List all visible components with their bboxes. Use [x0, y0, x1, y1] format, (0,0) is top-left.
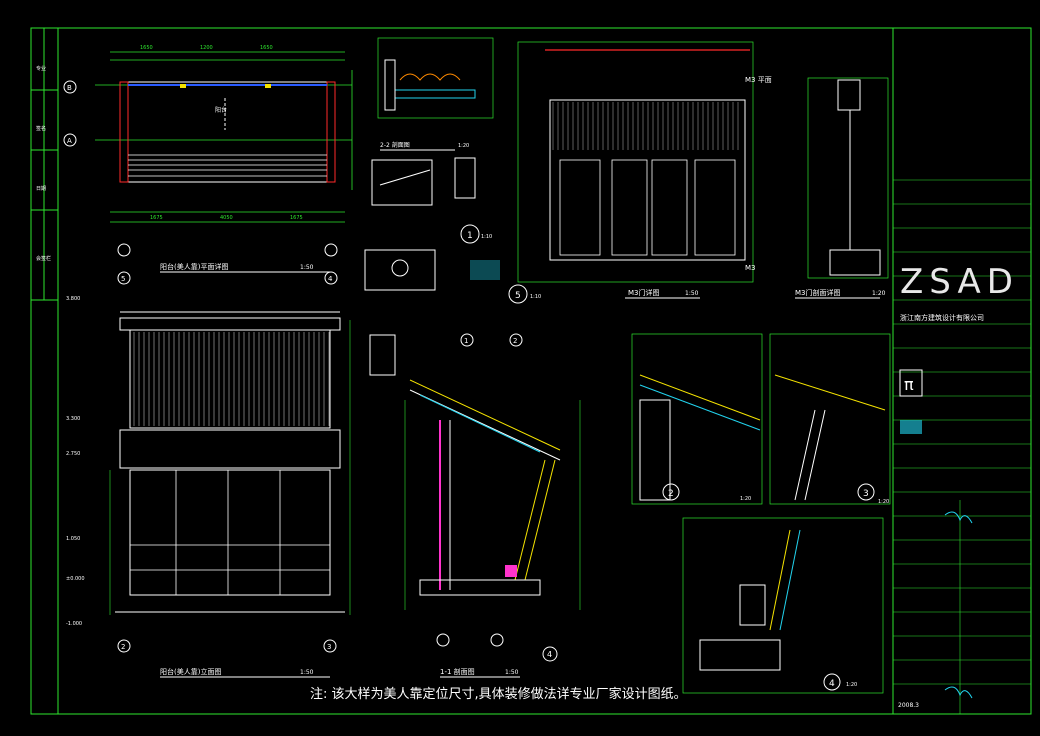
svg-text:4050: 4050 [220, 215, 233, 221]
svg-text:签名: 签名 [36, 125, 46, 132]
detail-2-num: 2 [668, 489, 674, 499]
grid-bubble-a: A [67, 137, 72, 145]
section-11-scale: 1:50 [505, 669, 519, 676]
m3-elev-title: M3门详图 [628, 288, 660, 297]
svg-text:1.050: 1.050 [66, 536, 80, 542]
cad-drawing-sheet: 专业签名日期会签栏 1650 1200 1650 1675 4050 1675 阳台 [30, 27, 1032, 715]
drawing-note: 注: 该大样为美人靠定位尺寸,具体装修做法详专业厂家设计图纸。 [310, 687, 687, 702]
svg-text:1200: 1200 [200, 45, 213, 51]
m3-door: M3 平面 M3 M3门详图 1:50 M3门剖面详图 1:20 [517, 41, 889, 299]
section-11-grid-1: 1 [464, 337, 468, 345]
grid-bubble-b: B [67, 84, 72, 92]
detail-1-scale: 1:10 [481, 234, 492, 240]
section-1-1: 1 2 4 1-1 剖面图 1:50 [369, 333, 581, 678]
svg-text:3.300: 3.300 [66, 416, 80, 422]
detail-1-num: 1 [467, 231, 473, 241]
pi-logo-glyph: π [904, 375, 914, 394]
m3-elev-label: M3 [745, 264, 756, 272]
plan-scale: 1:50 [300, 264, 314, 271]
sheet-date: 2008.3 [898, 702, 919, 709]
m3-elev-scale: 1:50 [685, 290, 699, 297]
elev-grid-3: 3 [327, 643, 331, 651]
grid-bubble-5: 5 [121, 275, 125, 283]
svg-text:1675: 1675 [150, 215, 163, 221]
elevation-title: 阳台(美人靠)立面图 [160, 667, 221, 676]
detail-5: 5 1:10 [508, 284, 541, 304]
section-22-title: 2-2 剖面图 [380, 141, 410, 149]
grid-bubble-4: 4 [328, 275, 333, 283]
detail-1: 1 1:10 [364, 224, 500, 291]
section-11-marker: 4 [547, 650, 552, 659]
svg-text:专业: 专业 [36, 65, 46, 72]
m3-plan-title: M3 平面 [745, 76, 772, 84]
svg-text:1675: 1675 [290, 215, 303, 221]
elevation-scale: 1:50 [300, 669, 314, 676]
svg-text:1650: 1650 [260, 45, 273, 51]
detail-5-num: 5 [515, 291, 521, 301]
svg-text:日期: 日期 [36, 186, 46, 192]
detail-2: 2 1:20 [631, 333, 763, 505]
svg-text:-1.000: -1.000 [66, 621, 82, 627]
detail-3: 3 1:20 [769, 333, 891, 505]
section-2-2: 2-2 剖面图 1:20 [371, 141, 476, 206]
company-name: 浙江南方建筑设计有限公司 [900, 314, 984, 322]
zsad-logo: ZSAD [900, 262, 1019, 302]
plan-view: 1650 1200 1650 1675 4050 1675 阳台 B A 5 4 阳台(… [63, 45, 353, 285]
detail-2-scale: 1:20 [740, 496, 751, 502]
svg-text:会签栏: 会签栏 [36, 255, 51, 262]
elevation-view: 3.800 3.300 2.750 1.050 ±0.000 -1.000 2 3 阳台… [66, 296, 351, 678]
section-11-grid-2: 2 [513, 337, 517, 345]
sheet-frame [30, 27, 1032, 715]
svg-text:1650: 1650 [140, 45, 153, 51]
detail-roof-top [377, 37, 494, 119]
detail-5-scale: 1:10 [530, 294, 541, 300]
title-block: π [892, 28, 1031, 714]
section-22-scale: 1:20 [458, 143, 469, 149]
svg-text:3.800: 3.800 [66, 296, 80, 302]
section-11-title: 1-1 剖面图 [440, 667, 475, 676]
svg-text:2.750: 2.750 [66, 451, 80, 457]
elev-grid-2: 2 [121, 643, 125, 651]
m3-section-title: M3门剖面详图 [795, 288, 841, 297]
plan-room-label: 阳台 [215, 106, 227, 114]
detail-4: 4 1:20 [682, 517, 884, 694]
detail-3-scale: 1:20 [878, 499, 889, 505]
detail-3-num: 3 [863, 489, 869, 499]
m3-section-scale: 1:20 [872, 290, 886, 297]
plan-title: 阳台(美人靠)平面详图 [160, 262, 228, 271]
svg-text:±0.000: ±0.000 [66, 576, 85, 582]
